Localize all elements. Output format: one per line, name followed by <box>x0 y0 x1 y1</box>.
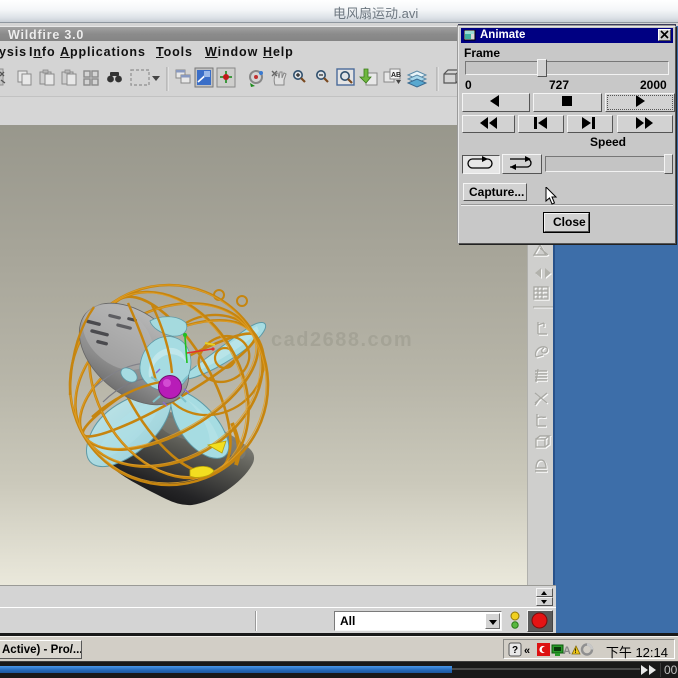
svg-text:!: ! <box>575 649 577 655</box>
svg-text:A: A <box>563 645 571 657</box>
svg-text:AB: AB <box>391 72 401 79</box>
svg-text:«: « <box>524 645 530 657</box>
svg-text:?: ? <box>512 645 518 656</box>
